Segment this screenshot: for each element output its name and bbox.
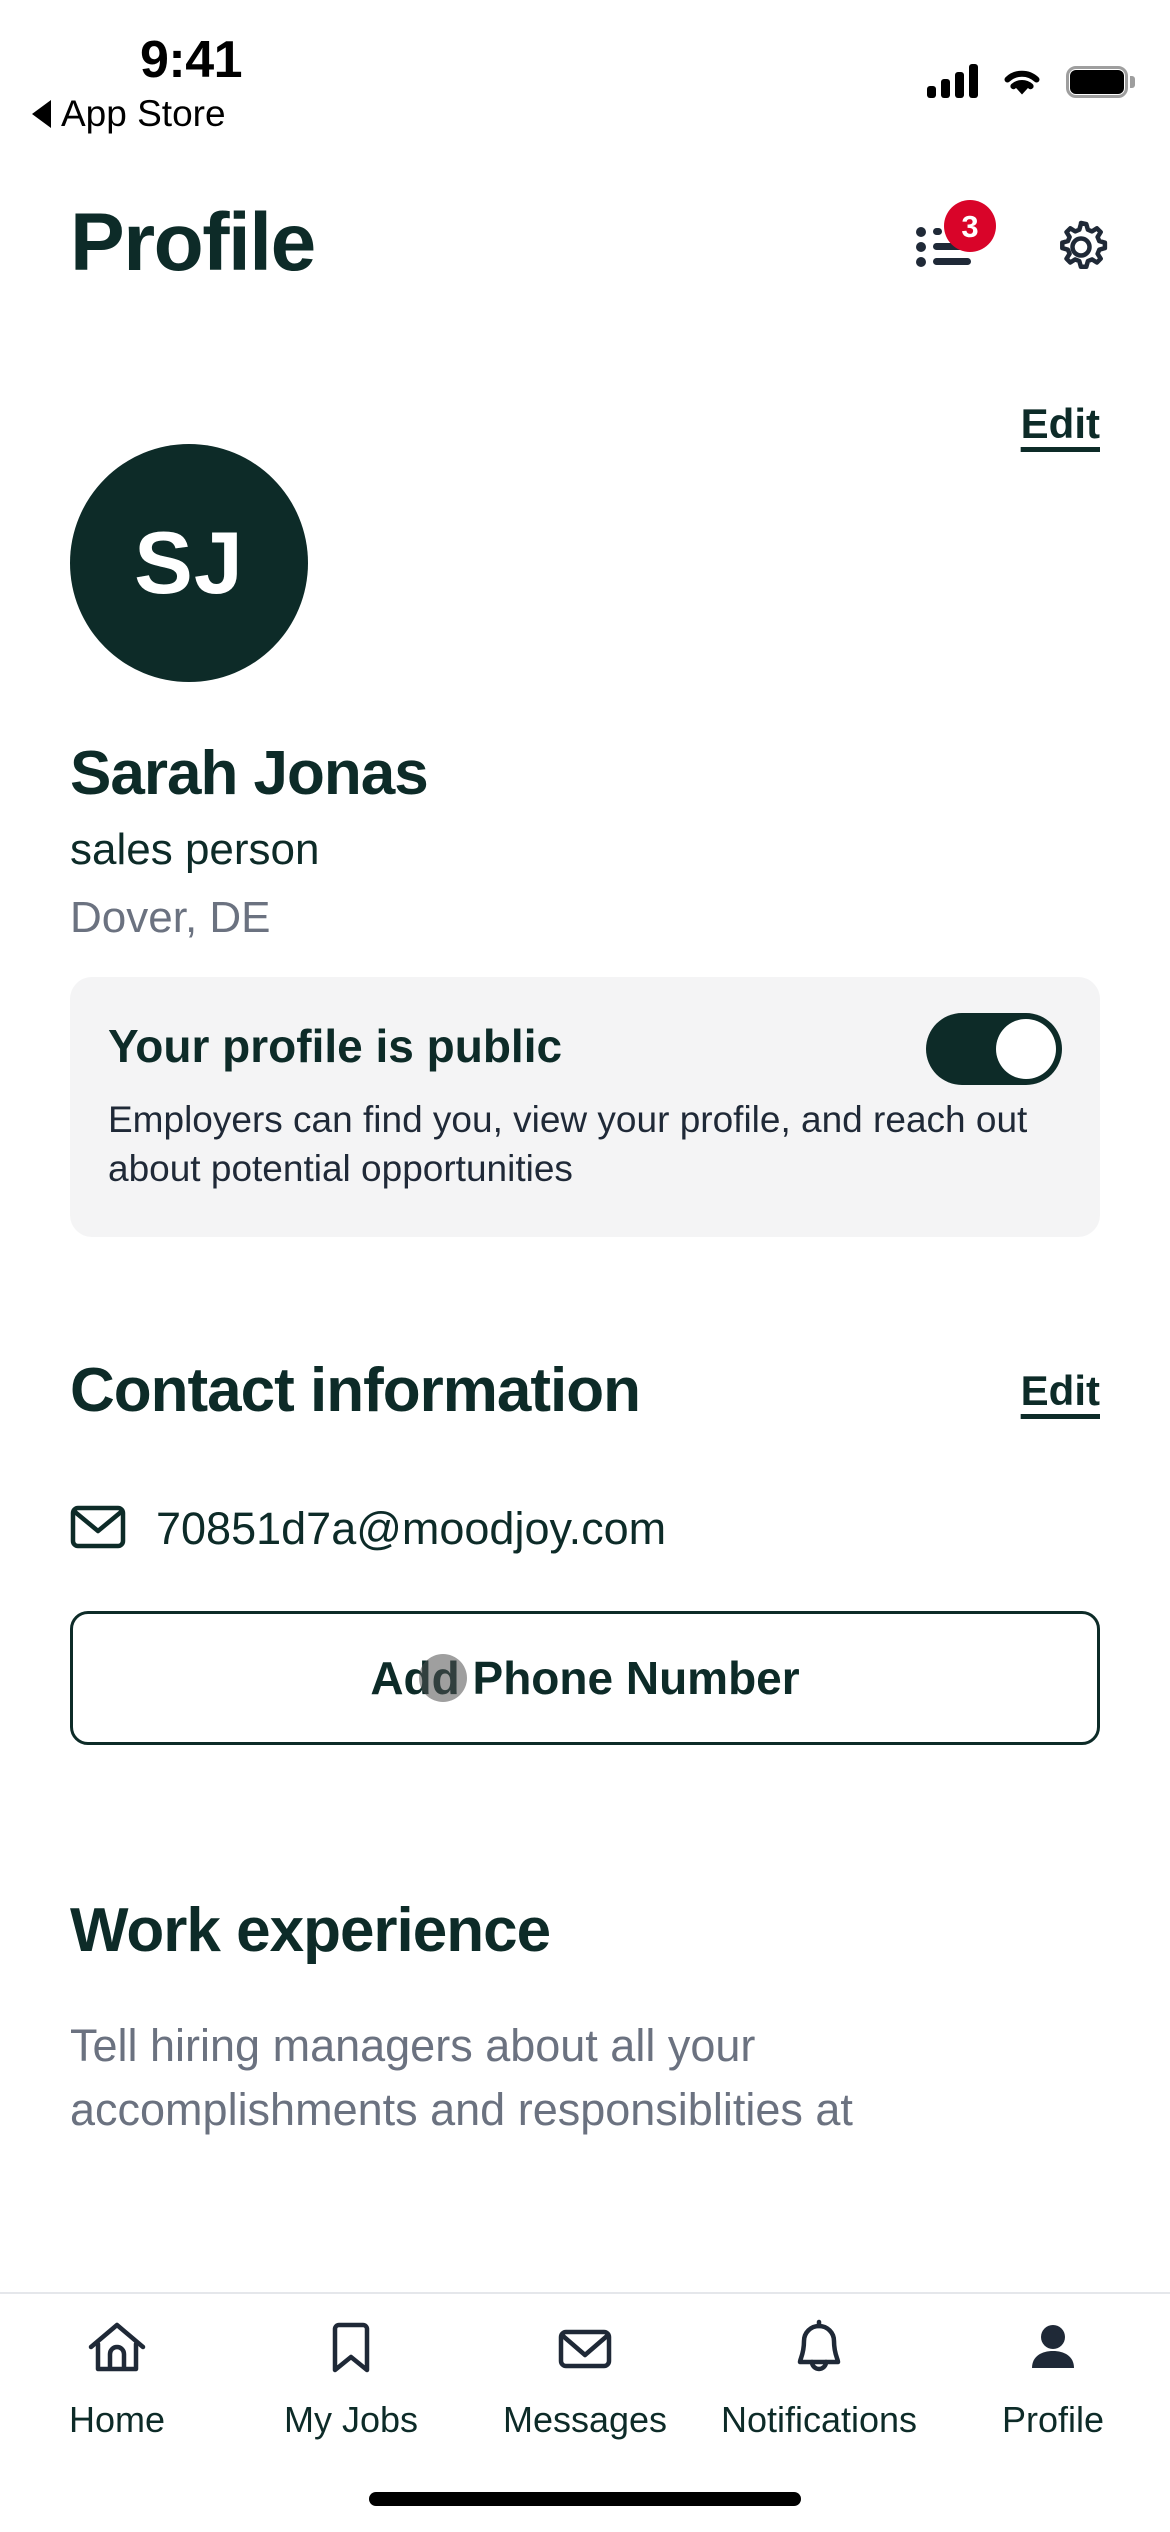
profile-location: Dover, DE bbox=[70, 893, 271, 942]
profile-name: Sarah Jonas bbox=[70, 739, 429, 808]
back-link-label: App Store bbox=[61, 93, 226, 134]
email-row[interactable]: 70851d7a@moodjoy.com bbox=[70, 1503, 1100, 1555]
bottom-tab-bar: Home My Jobs Messages Notifications Prof… bbox=[0, 2292, 1170, 2532]
activity-list-button[interactable]: 3 bbox=[912, 200, 996, 278]
person-filled-icon bbox=[1021, 2318, 1085, 2383]
status-bar: 9:41 App Store bbox=[0, 0, 1170, 150]
tab-profile[interactable]: Profile bbox=[936, 2318, 1170, 2464]
work-experience-description: Tell hiring managers about all your acco… bbox=[70, 2020, 853, 2136]
battery-full-icon bbox=[1066, 66, 1135, 98]
settings-button[interactable] bbox=[1050, 216, 1112, 278]
page-header: Profile 3 bbox=[0, 196, 1170, 346]
tab-profile-label: Profile bbox=[1001, 2399, 1105, 2440]
work-experience-title: Work experience bbox=[70, 1896, 551, 1966]
identity-block: Sarah Jonas sales person Dover, DE bbox=[70, 738, 1100, 943]
public-profile-description: Employers can find you, view your profil… bbox=[108, 1099, 1028, 1190]
avatar-row: SJ Edit bbox=[70, 400, 1100, 682]
profile-role: sales person bbox=[70, 825, 320, 874]
add-phone-number-button[interactable]: Add Phone Number bbox=[70, 1611, 1100, 1746]
tab-messages[interactable]: Messages bbox=[468, 2318, 702, 2464]
gear-icon bbox=[1060, 220, 1108, 269]
home-indicator bbox=[369, 2492, 801, 2506]
public-profile-card: Your profile is public Employers can fin… bbox=[70, 977, 1100, 1238]
triangle-left-icon bbox=[32, 100, 51, 128]
edit-contact-link[interactable]: Edit bbox=[1021, 1367, 1100, 1415]
touch-indicator bbox=[419, 1654, 467, 1703]
status-bar-time: 9:41 bbox=[140, 31, 243, 89]
toggle-knob bbox=[996, 1019, 1056, 1079]
envelope-icon bbox=[553, 2318, 617, 2383]
public-profile-title: Your profile is public bbox=[108, 1020, 563, 1072]
public-profile-toggle[interactable] bbox=[926, 1013, 1062, 1085]
profile-content: SJ Edit Sarah Jonas sales person Dover, … bbox=[0, 400, 1170, 2142]
tab-notifications[interactable]: Notifications bbox=[702, 2318, 936, 2464]
back-to-app-store-link[interactable]: App Store bbox=[32, 93, 226, 135]
contact-section-header: Contact information Edit bbox=[70, 1355, 1100, 1425]
status-bar-icons bbox=[927, 48, 1135, 98]
tab-my-jobs-label: My Jobs bbox=[283, 2399, 419, 2440]
tab-notifications-label: Notifications bbox=[720, 2399, 918, 2440]
edit-profile-link[interactable]: Edit bbox=[1021, 400, 1100, 448]
contact-section-title: Contact information bbox=[70, 1356, 641, 1426]
work-experience-section: Work experience Tell hiring managers abo… bbox=[70, 1895, 1100, 2142]
tab-messages-label: Messages bbox=[502, 2399, 668, 2440]
bookmark-icon bbox=[319, 2318, 383, 2383]
tab-home[interactable]: Home bbox=[0, 2318, 234, 2464]
email-value: 70851d7a@moodjoy.com bbox=[156, 1503, 667, 1555]
envelope-icon bbox=[70, 1504, 126, 1555]
bell-icon bbox=[787, 2318, 851, 2383]
tab-my-jobs[interactable]: My Jobs bbox=[234, 2318, 468, 2464]
notification-badge: 3 bbox=[944, 200, 996, 252]
wifi-icon bbox=[1000, 64, 1044, 98]
cellular-signal-icon bbox=[927, 64, 978, 98]
avatar: SJ bbox=[70, 444, 308, 682]
profile-screen: 9:41 App Store Profile 3 SJ Edit Sarah J… bbox=[0, 0, 1170, 2532]
tab-home-label: Home bbox=[68, 2399, 166, 2440]
header-actions: 3 bbox=[912, 200, 1112, 278]
page-title: Profile bbox=[70, 197, 316, 288]
home-icon bbox=[85, 2318, 149, 2383]
